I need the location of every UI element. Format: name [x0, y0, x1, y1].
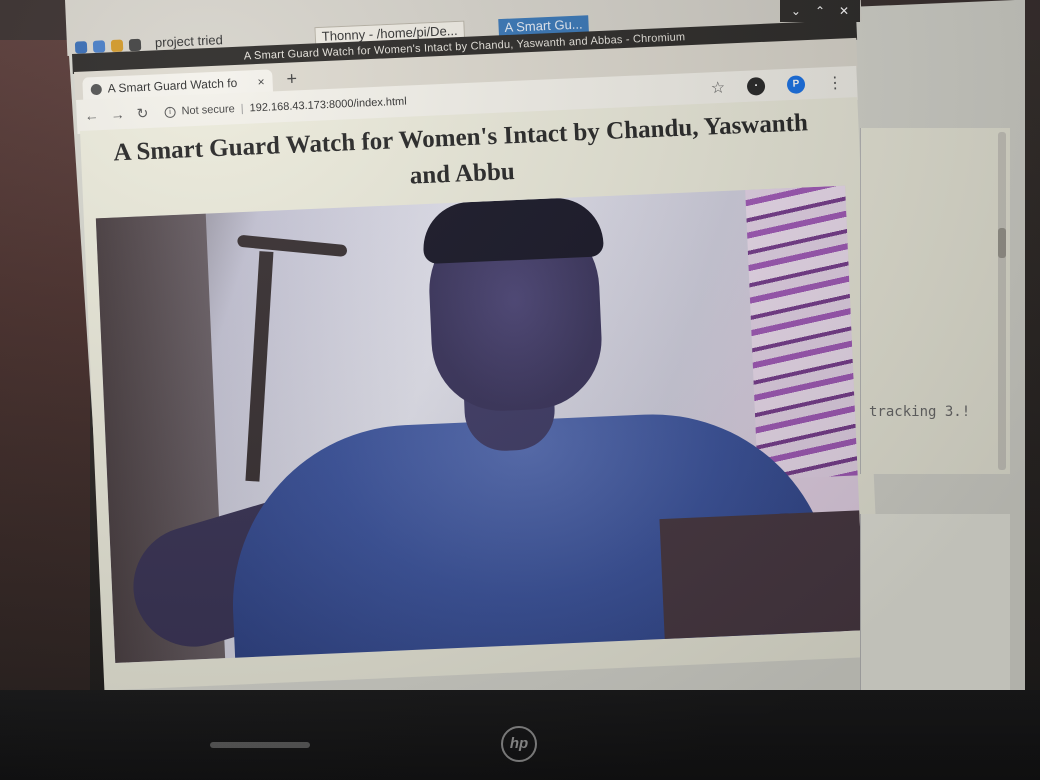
url-text[interactable]: 192.168.43.173:8000/index.html — [249, 96, 407, 115]
kebab-menu-icon[interactable]: ⋮ — [827, 73, 844, 94]
extension-icon[interactable]: ▪ — [746, 76, 766, 96]
feed-chair — [659, 510, 865, 639]
shell-scrollbar[interactable] — [998, 132, 1006, 470]
web-page: A Smart Guard Watch for Women's Intact b… — [80, 97, 882, 691]
favicon-icon — [90, 83, 102, 95]
file-manager-icon[interactable] — [110, 39, 124, 53]
bookmark-star-icon[interactable]: ☆ — [710, 78, 725, 99]
separator: | — [240, 102, 244, 115]
bezel-strip — [210, 742, 310, 748]
tab-close-icon[interactable]: × — [257, 75, 265, 89]
back-arrow-icon[interactable]: ← — [84, 107, 99, 125]
photo-frame: project tried Thonny - /home/pi/De... A … — [0, 0, 1040, 780]
feed-rod-top — [236, 234, 348, 258]
feed-curtain — [745, 185, 858, 480]
thonny-shell-panel: tracking 3.! — [860, 128, 1010, 474]
navigation-buttons: ← → ↻ — [84, 105, 148, 125]
close-window-icon[interactable]: ✕ — [839, 4, 849, 18]
shell-scrollbar-thumb[interactable] — [998, 228, 1006, 258]
toolbar-actions: ☆ ▪ P ⋮ — [710, 73, 843, 99]
shell-output-text: tracking 3.! — [869, 404, 971, 420]
menu-icon[interactable] — [74, 41, 88, 54]
security-label: Not secure — [181, 103, 236, 118]
info-icon[interactable]: i — [164, 106, 176, 118]
minimize-icon[interactable]: ⌄ — [791, 4, 801, 18]
profile-avatar[interactable]: P — [786, 75, 806, 94]
hp-logo: hp — [501, 726, 537, 762]
camera-feed-image — [95, 185, 865, 663]
new-tab-button[interactable]: + — [286, 68, 297, 89]
reload-icon[interactable]: ↻ — [136, 105, 148, 122]
window-controls: ⌄ ⌃ ✕ — [780, 0, 860, 22]
forward-arrow-icon[interactable]: → — [110, 106, 125, 124]
maximize-icon[interactable]: ⌃ — [815, 4, 825, 18]
browser-launcher-icon[interactable] — [92, 40, 106, 53]
feed-person-hair — [421, 196, 604, 265]
feed-rod — [245, 251, 274, 482]
terminal-icon[interactable] — [128, 38, 142, 52]
